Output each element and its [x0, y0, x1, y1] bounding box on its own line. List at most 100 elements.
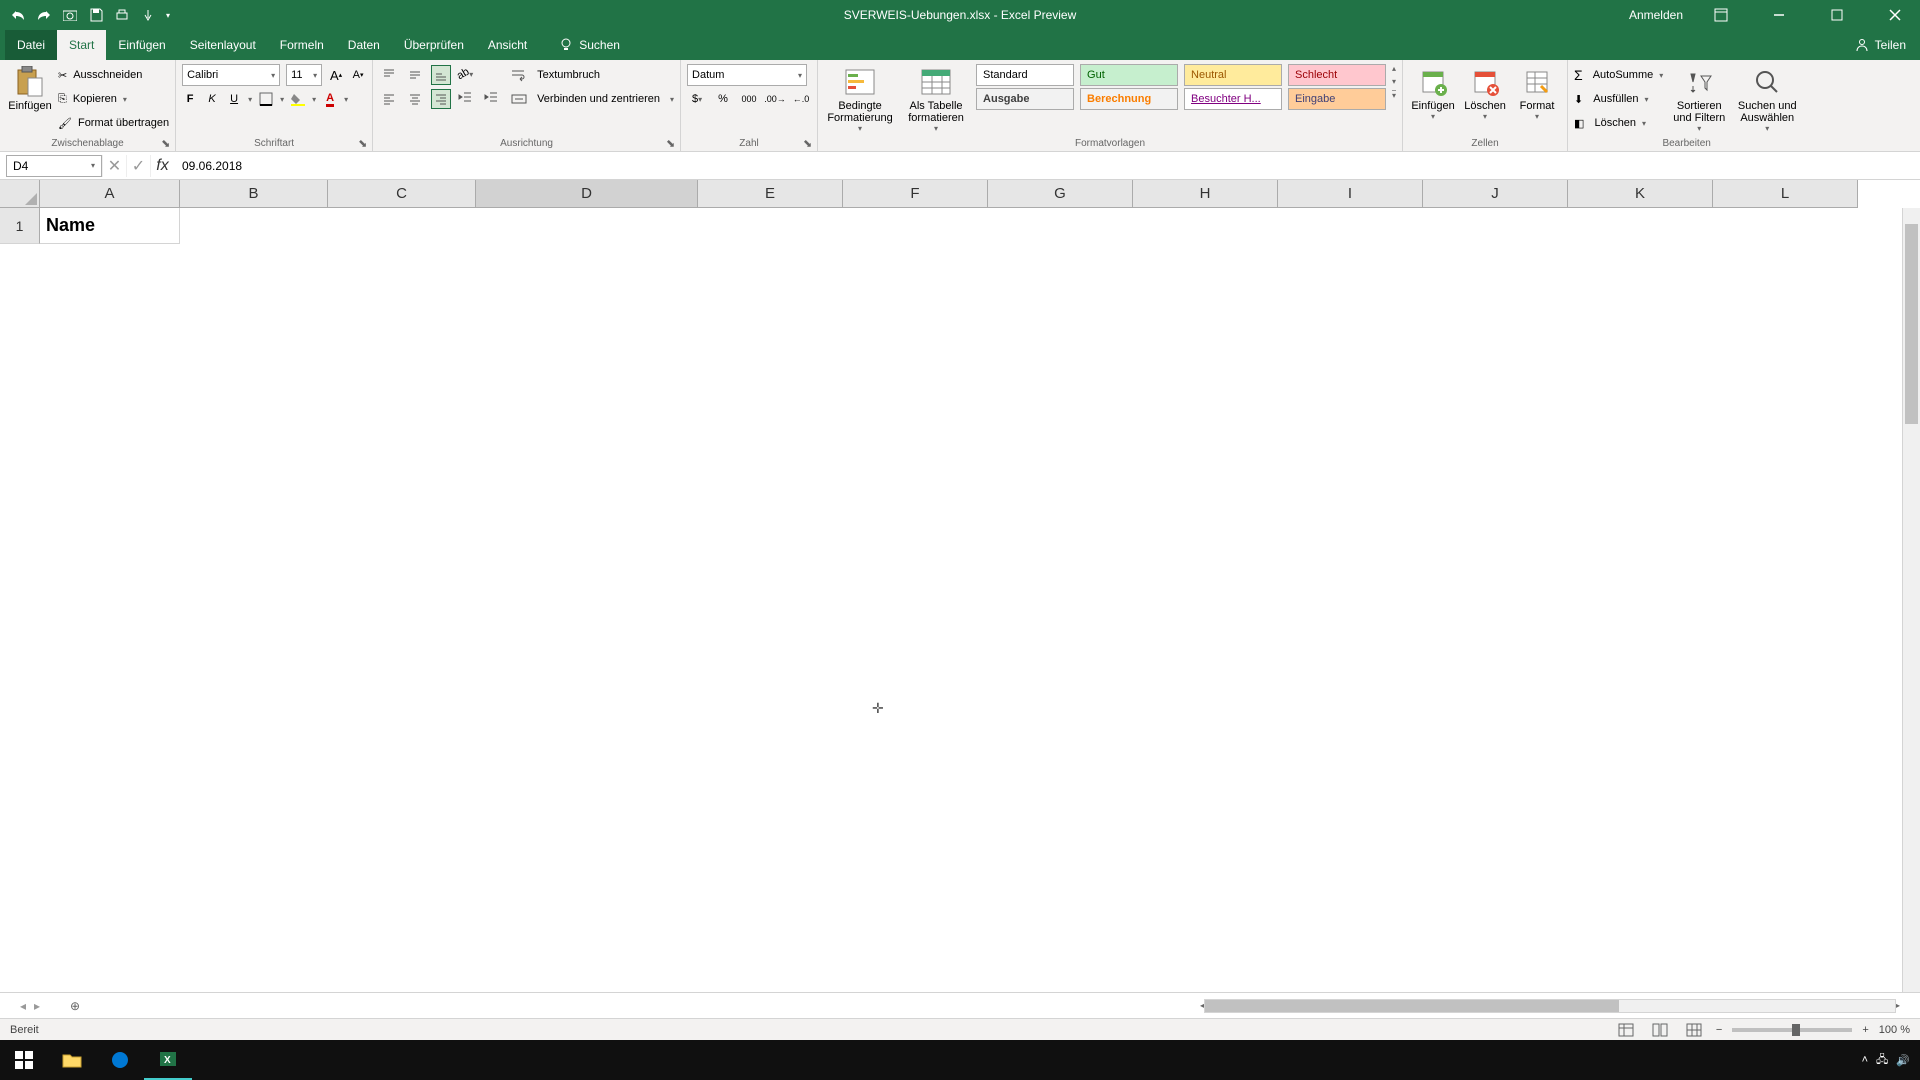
tab-datei[interactable]: Datei [5, 30, 57, 60]
horizontal-scrollbar[interactable] [1204, 999, 1896, 1013]
tab-ueberpruefen[interactable]: Überprüfen [392, 30, 476, 60]
column-header[interactable]: L [1713, 180, 1858, 208]
file-explorer-button[interactable] [48, 1040, 96, 1080]
redo-button[interactable] [36, 7, 52, 23]
sign-in-link[interactable]: Anmelden [1629, 8, 1683, 22]
start-button[interactable] [0, 1040, 48, 1080]
edge-button[interactable] [96, 1040, 144, 1080]
row-header[interactable]: 1 [0, 208, 40, 244]
grow-font-button[interactable]: A▴ [328, 64, 344, 86]
tray-volume-icon[interactable]: 🔊 [1896, 1054, 1910, 1067]
page-break-view-button[interactable] [1682, 1021, 1706, 1039]
minimize-button[interactable] [1759, 0, 1799, 30]
fill-color-button[interactable] [290, 88, 306, 110]
column-header[interactable]: H [1133, 180, 1278, 208]
style-schlecht[interactable]: Schlecht [1288, 64, 1386, 86]
align-left-button[interactable] [379, 89, 399, 109]
tab-start[interactable]: Start [57, 30, 106, 60]
align-center-button[interactable] [405, 89, 425, 109]
hscroll-right[interactable]: ▸ [1896, 1001, 1900, 1010]
tab-einfuegen[interactable]: Einfügen [106, 30, 177, 60]
style-standard[interactable]: Standard [976, 64, 1074, 86]
style-eingabe[interactable]: Eingabe [1288, 88, 1386, 110]
touch-mode-button[interactable] [140, 7, 156, 23]
tab-formeln[interactable]: Formeln [268, 30, 336, 60]
align-right-button[interactable] [431, 89, 451, 109]
styles-scroll-up[interactable]: ▴ [1392, 64, 1396, 73]
add-sheet-button[interactable]: ⊕ [60, 999, 90, 1013]
sort-filter-button[interactable]: Sortieren und Filtern▾ [1667, 64, 1731, 135]
wrap-text-button[interactable]: Textumbruch [511, 64, 674, 86]
zoom-slider[interactable] [1732, 1028, 1852, 1032]
merge-center-button[interactable]: Verbinden und zentrieren▾ [511, 88, 674, 110]
tab-seitenlayout[interactable]: Seitenlayout [178, 30, 268, 60]
shrink-font-button[interactable]: A▾ [350, 64, 366, 86]
undo-button[interactable] [10, 7, 26, 23]
clipboard-launcher[interactable]: ⬊ [161, 137, 173, 149]
share-button[interactable]: Teilen [1855, 38, 1920, 52]
name-box[interactable]: D4▾ [6, 155, 102, 177]
find-select-button[interactable]: Suchen und Auswählen▾ [1735, 64, 1799, 135]
insert-cells-button[interactable]: Einfügen▾ [1409, 64, 1457, 123]
column-header[interactable]: C [328, 180, 476, 208]
column-header[interactable]: F [843, 180, 988, 208]
font-color-button[interactable]: A [322, 88, 338, 110]
select-all-corner[interactable] [0, 180, 40, 208]
column-header[interactable]: K [1568, 180, 1713, 208]
column-header[interactable]: A [40, 180, 180, 208]
tab-nav-next[interactable]: ▸ [34, 999, 40, 1013]
styles-more[interactable]: ▾ [1392, 90, 1396, 100]
increase-decimal-button[interactable]: .00→ [765, 89, 785, 109]
comma-format-button[interactable]: 000 [739, 89, 759, 109]
tab-daten[interactable]: Daten [336, 30, 392, 60]
orientation-button[interactable]: ab▾ [455, 64, 475, 84]
column-header[interactable]: G [988, 180, 1133, 208]
align-top-button[interactable] [379, 65, 399, 85]
zoom-in-button[interactable]: + [1862, 1024, 1868, 1036]
percent-format-button[interactable]: % [713, 89, 733, 109]
cancel-formula-button[interactable]: ✕ [102, 155, 126, 177]
save-button[interactable] [88, 7, 104, 23]
tell-me-search[interactable]: Suchen [559, 38, 620, 52]
italic-button[interactable]: K [204, 88, 220, 110]
column-header[interactable]: B [180, 180, 328, 208]
underline-button[interactable]: U [226, 88, 242, 110]
column-header[interactable]: E [698, 180, 843, 208]
column-header[interactable]: D [476, 180, 698, 208]
conditional-formatting-button[interactable]: Bedingte Formatierung▾ [824, 64, 896, 135]
bold-button[interactable]: F [182, 88, 198, 110]
tab-ansicht[interactable]: Ansicht [476, 30, 539, 60]
close-button[interactable] [1875, 0, 1915, 30]
increase-indent-button[interactable] [481, 87, 501, 107]
decrease-decimal-button[interactable]: ←.0 [791, 89, 811, 109]
tab-nav-prev[interactable]: ◂ [20, 999, 26, 1013]
number-format-selector[interactable]: Datum▾ [687, 64, 807, 86]
style-berechnung[interactable]: Berechnung [1080, 88, 1178, 110]
quick-print-button[interactable] [114, 7, 130, 23]
accounting-format-button[interactable]: $▾ [687, 89, 707, 109]
column-header[interactable]: I [1278, 180, 1423, 208]
autosum-button[interactable]: ΣAutoSumme▾ [1574, 64, 1663, 86]
zoom-out-button[interactable]: − [1716, 1024, 1722, 1036]
cut-button[interactable]: ✂Ausschneiden [58, 64, 169, 86]
excel-taskbar-button[interactable]: X [144, 1040, 192, 1080]
copy-button[interactable]: ⎘Kopieren▾ [58, 88, 169, 110]
font-size-selector[interactable]: 11▾ [286, 64, 322, 86]
clear-button[interactable]: ◧Löschen▾ [1574, 112, 1663, 134]
page-layout-view-button[interactable] [1648, 1021, 1672, 1039]
camera-button[interactable] [62, 7, 78, 23]
decrease-indent-button[interactable] [455, 87, 475, 107]
maximize-button[interactable] [1817, 0, 1857, 30]
format-cells-button[interactable]: Format▾ [1513, 64, 1561, 123]
format-as-table-button[interactable]: Als Tabelle formatieren▾ [900, 64, 972, 135]
tray-network-icon[interactable]: 🖧 [1876, 1051, 1888, 1070]
paste-button[interactable]: Einfügen [6, 64, 54, 114]
align-middle-button[interactable] [405, 65, 425, 85]
number-launcher[interactable]: ⬊ [803, 137, 815, 149]
font-name-selector[interactable]: Calibri▾ [182, 64, 280, 86]
tray-chevron-icon[interactable]: ˄ [1862, 1054, 1868, 1066]
formula-input[interactable]: 09.06.2018 [174, 155, 1920, 177]
format-painter-button[interactable]: 🖌Format übertragen [58, 112, 169, 134]
zoom-level[interactable]: 100 % [1879, 1024, 1910, 1036]
vertical-scrollbar[interactable] [1902, 208, 1920, 992]
